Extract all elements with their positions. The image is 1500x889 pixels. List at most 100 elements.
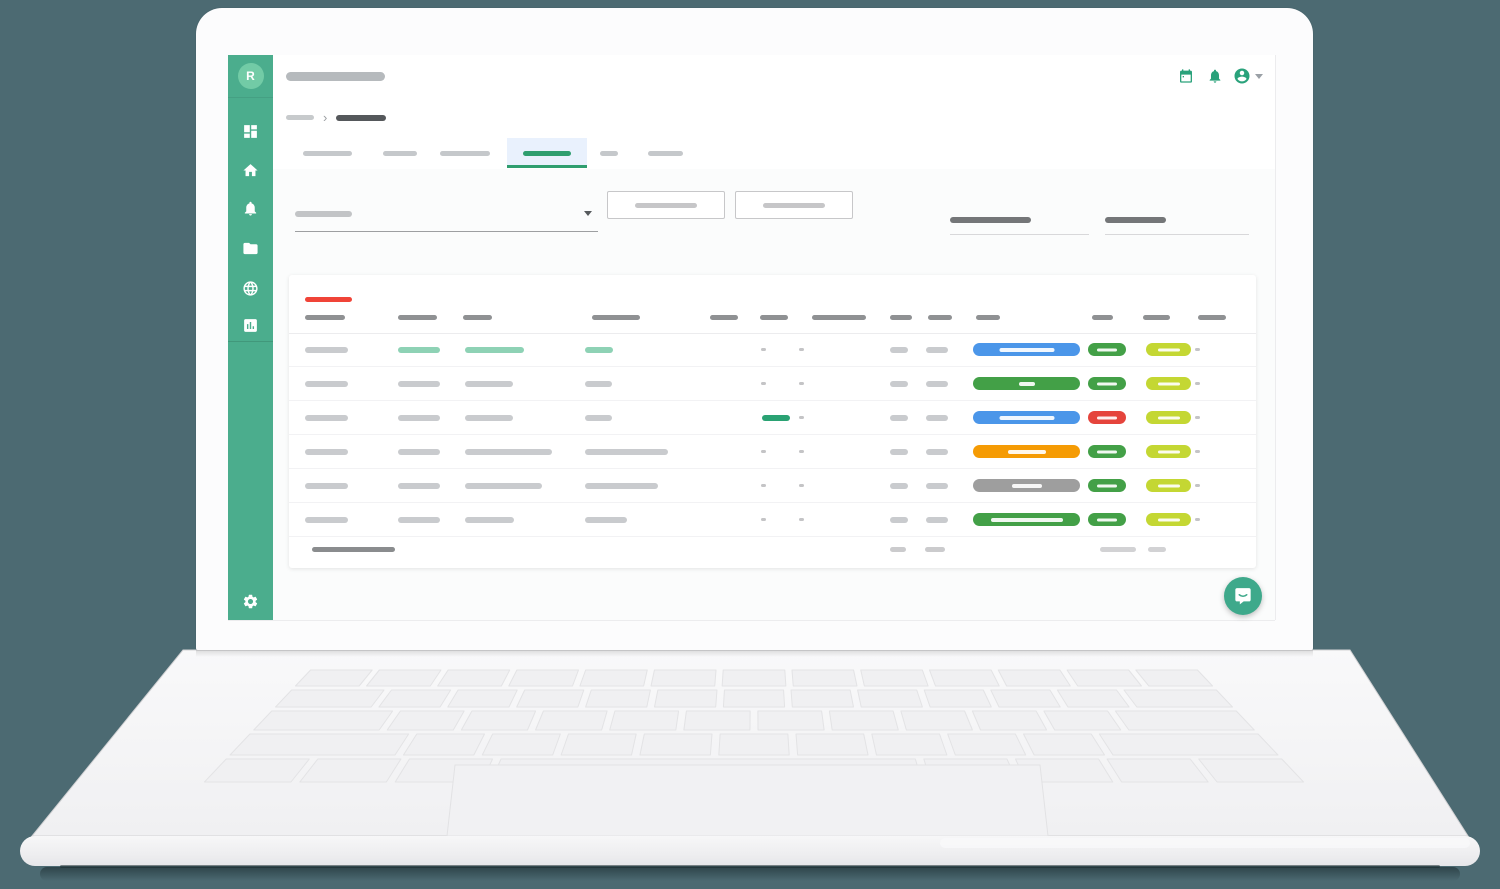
button-label-skeleton [635,202,697,208]
tab-6[interactable] [648,138,683,168]
mini-status-bar [762,415,790,421]
status-pill [1146,411,1191,424]
column-header-skeleton [305,315,345,320]
calendar-icon[interactable] [1178,68,1194,84]
select-value-skeleton [295,211,352,217]
status-pill [1088,513,1126,526]
column-header-skeleton [592,315,640,320]
breadcrumb-item-skeleton[interactable] [286,115,314,120]
cell-dot [761,348,766,351]
button-label-skeleton [763,202,825,208]
cell-dot [799,382,804,385]
cell-dot [799,416,804,419]
page-title-skeleton [286,72,385,81]
table-row-5[interactable] [289,469,1256,503]
dashboard-icon[interactable] [242,123,259,140]
cell-skeleton-bar [926,381,948,387]
tab-3[interactable] [440,138,490,168]
column-header-skeleton [760,315,788,320]
status-pill [973,377,1080,390]
status-pill [1088,411,1126,424]
table-row-2[interactable] [289,367,1256,401]
caret-down-icon[interactable] [1255,74,1263,79]
status-pill [1146,445,1191,458]
tab-5[interactable] [600,138,618,168]
cell-dot [799,348,804,351]
filter-button-1[interactable] [607,191,725,219]
status-pill [973,479,1080,492]
footer-skeleton-bar [890,547,906,552]
app-window: R › [228,55,1275,620]
status-pill [1146,343,1191,356]
cell-skeleton-bar [890,483,908,489]
cell-skeleton-bar [465,483,542,489]
column-header-skeleton [1092,315,1113,320]
cell-skeleton-bar [398,449,440,455]
cell-skeleton-bar [926,483,948,489]
laptop-mockup: R › [0,0,1500,889]
globe-icon[interactable] [242,280,259,297]
footer-skeleton-bar [925,547,945,552]
results-table-card [289,275,1256,568]
sidebar: R [228,55,273,620]
cell-skeleton-bar [890,415,908,421]
chart-icon[interactable] [242,317,259,334]
table-row-4[interactable] [289,435,1256,469]
laptop-keyboard [20,649,1480,881]
status-pill [1146,513,1191,526]
cell-skeleton-bar [398,483,440,489]
cell-skeleton-bar [890,517,908,523]
tab-label-skeleton [303,150,352,156]
chat-launcher-button[interactable] [1224,577,1262,615]
status-pill [1088,445,1126,458]
cell-dot [1195,382,1200,385]
brand-avatar[interactable]: R [237,63,264,89]
column-header-skeleton [890,315,912,320]
cell-skeleton-bar [465,449,552,455]
folder-icon[interactable] [242,240,259,257]
cell-skeleton-bar [305,517,348,523]
filter-select[interactable] [295,195,598,232]
field-value-skeleton [1105,217,1166,223]
cell-skeleton-bar [585,347,613,353]
cell-skeleton-bar [926,347,948,353]
footer-skeleton-bar [312,547,395,552]
cell-skeleton-bar [398,381,440,387]
filter-field-1[interactable] [950,199,1089,235]
tab-label-skeleton [523,150,571,156]
home-icon[interactable] [242,162,259,179]
table-row-3[interactable] [289,401,1256,435]
messenger-icon [1235,588,1251,605]
chevron-right-icon: › [323,110,328,125]
filter-field-2[interactable] [1105,199,1249,235]
tab-1[interactable] [303,138,352,168]
tab-4-active[interactable] [507,138,587,168]
cell-skeleton-bar [465,347,524,353]
laptop-touchpad [446,764,1049,837]
column-header-skeleton [398,315,437,320]
tab-bar [273,138,1275,170]
cell-skeleton-bar [585,449,668,455]
cell-skeleton-bar [305,483,348,489]
cell-skeleton-bar [398,517,440,523]
notifications-icon[interactable] [242,200,259,217]
cell-dot [799,518,804,521]
laptop-screen: R › [196,8,1313,650]
status-pill [1146,479,1191,492]
cell-skeleton-bar [926,415,948,421]
breadcrumb: › [273,97,1275,139]
column-header-skeleton [1143,315,1170,320]
settings-icon[interactable] [242,593,259,610]
status-pill [973,411,1080,424]
sidebar-divider [228,341,273,342]
cell-skeleton-bar [398,347,440,353]
account-icon[interactable] [1233,67,1251,85]
status-pill [973,343,1080,356]
tab-2[interactable] [383,138,417,168]
bell-icon[interactable] [1207,68,1223,84]
filter-button-2[interactable] [735,191,853,219]
cell-dot [1195,348,1200,351]
cell-dot [1195,416,1200,419]
table-row-1[interactable] [289,333,1256,367]
tab-label-skeleton [648,150,683,156]
